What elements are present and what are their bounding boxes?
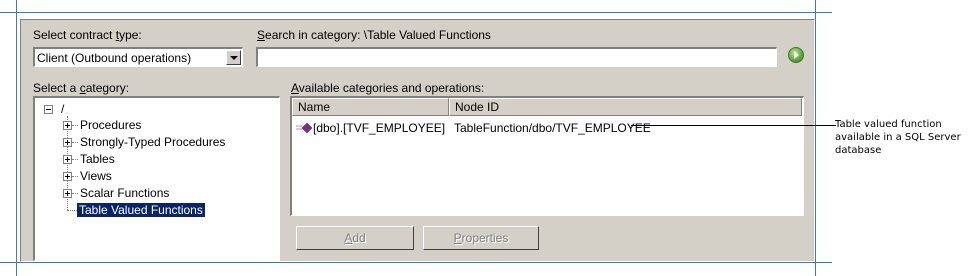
callout-text: Table valued function available in a SQL… [835, 118, 967, 157]
search-input[interactable] [256, 47, 777, 67]
expand-icon[interactable] [63, 172, 72, 181]
expand-icon[interactable] [63, 121, 72, 130]
category-tree[interactable]: / Procedures Strongly-Typed Procedures T… [33, 96, 280, 261]
tree-connector [72, 142, 78, 144]
contract-type-dropdown[interactable]: Client (Outbound operations) [33, 47, 243, 67]
operations-label: Available categories and operations: [291, 81, 485, 95]
go-arrow-icon[interactable] [788, 47, 804, 63]
category-label: Select a category: [33, 81, 130, 95]
column-header-name[interactable]: Name [292, 98, 449, 116]
tree-item-table-valued-functions[interactable]: Table Valued Functions [77, 203, 205, 217]
guide-line-bottom [0, 262, 832, 263]
table-function-icon [296, 122, 313, 134]
operations-list[interactable]: Name Node ID [dbo].[TVF_EMPLOYEE] TableF… [290, 96, 804, 216]
guide-line-right [815, 0, 816, 276]
tree-connector [67, 210, 77, 212]
properties-button[interactable]: Properties [423, 226, 539, 250]
callout-line-3: database [835, 145, 882, 156]
tree-item-tables[interactable]: Tables [80, 152, 115, 166]
contract-type-label: Select contract type: [33, 28, 142, 42]
tree-root[interactable]: / [61, 102, 64, 116]
callout-line-2: available in a SQL Server [835, 132, 961, 143]
chevron-down-icon[interactable] [226, 50, 241, 65]
callout-line-1: Table valued function [835, 119, 942, 130]
guide-line-left [16, 0, 17, 276]
tree-connector [72, 193, 78, 195]
tree-item-views[interactable]: Views [80, 169, 112, 183]
expand-icon[interactable] [63, 155, 72, 164]
tree-item-strongly-typed-procedures[interactable]: Strongly-Typed Procedures [80, 135, 225, 149]
guide-line-top [0, 12, 832, 13]
contract-type-value: Client (Outbound operations) [37, 51, 192, 65]
search-label: Search in category: \Table Valued Functi… [257, 28, 491, 42]
row-node-id[interactable]: TableFunction/dbo/TVF_EMPLOYEE [454, 121, 651, 135]
expand-icon[interactable] [63, 138, 72, 147]
tree-item-scalar-functions[interactable]: Scalar Functions [80, 186, 169, 200]
tree-item-procedures[interactable]: Procedures [80, 118, 141, 132]
callout-leader-line [631, 125, 836, 126]
tree-connector [72, 125, 78, 127]
collapse-icon[interactable] [44, 105, 53, 114]
tree-connector [72, 176, 78, 178]
expand-icon[interactable] [63, 189, 72, 198]
tree-connector [72, 159, 78, 161]
row-name[interactable]: [dbo].[TVF_EMPLOYEE] [313, 121, 445, 135]
add-button[interactable]: Add [296, 226, 414, 250]
column-header-node-id[interactable]: Node ID [449, 98, 802, 116]
dialog-panel: Select contract type: Client (Outbound o… [20, 19, 815, 262]
